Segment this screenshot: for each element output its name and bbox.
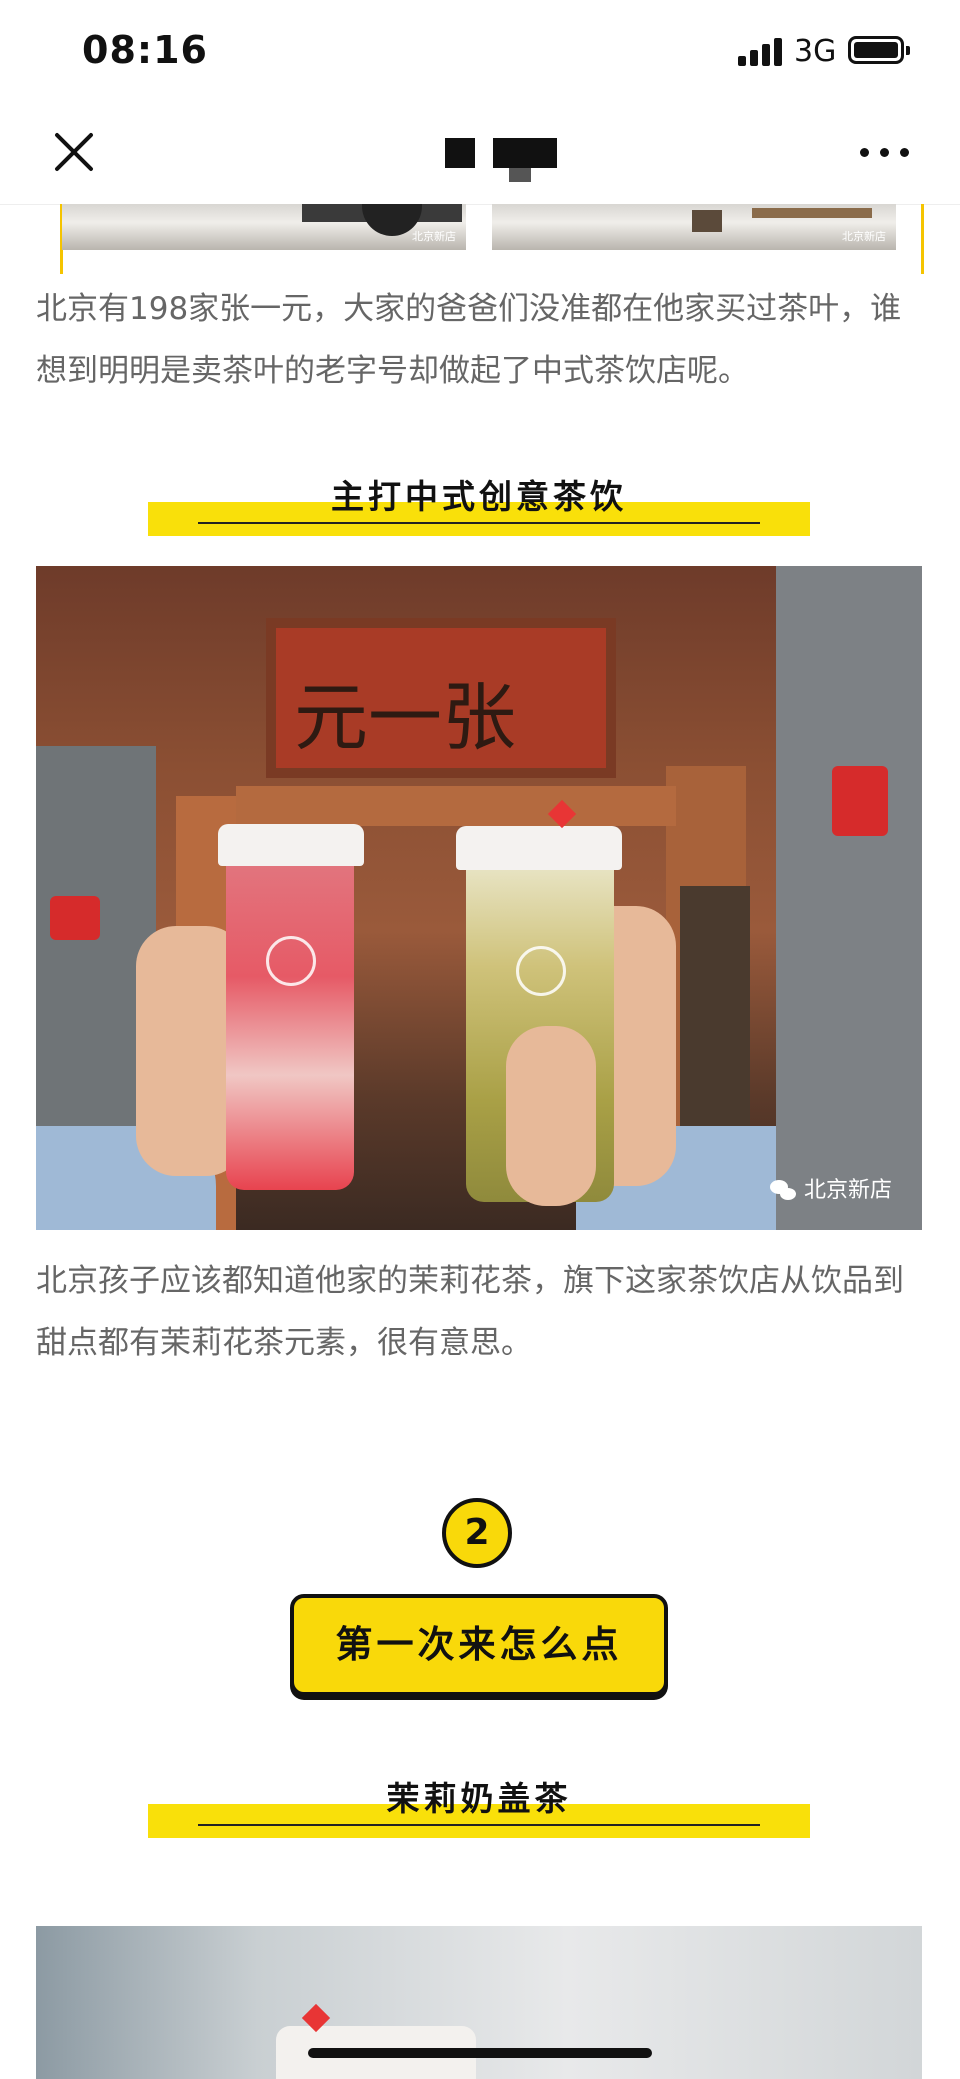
article-paragraph: 北京有198家张一元，大家的爸爸们没准都在他家买过茶叶，谁想到明明是卖茶叶的老字… (36, 291, 902, 389)
section-heading: 主打中式创意茶饮 (148, 470, 810, 536)
photo-watermark: 北京新店 (412, 230, 456, 243)
shop-sign-text: 元一张 (294, 675, 516, 761)
home-indicator (308, 2048, 652, 2058)
article-paragraph: 北京孩子应该都知道他家的茉莉花茶，旗下这家茶饮店从饮品到甜点都有茉莉花茶元素，很… (36, 1263, 904, 1361)
top-photo-right: 北京新店 (492, 204, 896, 250)
battery-icon (848, 36, 910, 64)
step-number-badge: 2 (442, 1498, 512, 1568)
signal-icon (738, 38, 782, 66)
section-heading-text: 茉莉奶盖茶 (386, 1779, 572, 1818)
status-bar: 08:16 3G (0, 0, 960, 100)
nav-bar (0, 100, 960, 205)
network-type: 3G (794, 34, 837, 69)
photo-watermark-text: 北京新店 (803, 1178, 892, 1203)
article-photo[interactable]: 元一张 北京新店 (36, 566, 922, 1230)
wechat-icon (769, 1180, 798, 1202)
status-time: 08:16 (82, 28, 208, 72)
page-title-obscured (445, 138, 557, 182)
photo-watermark: 北京新店 (769, 1172, 892, 1204)
close-icon[interactable] (52, 130, 96, 174)
how-to-order-button[interactable]: 第一次来怎么点 (290, 1594, 668, 1696)
shop-sign: 元一张 (266, 618, 616, 778)
section-heading: 茉莉奶盖茶 (148, 1772, 810, 1838)
top-photo-left: 北京新店 (62, 204, 466, 250)
photo-watermark: 北京新店 (842, 230, 886, 243)
more-icon[interactable] (860, 144, 912, 160)
section-heading-text: 主打中式创意茶饮 (331, 477, 627, 516)
